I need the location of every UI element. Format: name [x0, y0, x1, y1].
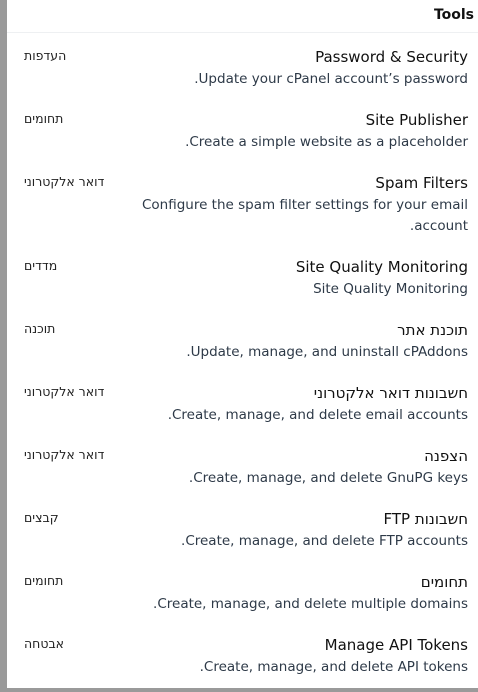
page-title: Tools: [433, 7, 474, 23]
tool-title: תוכנת אתר: [397, 321, 468, 339]
tool-item-encryption[interactable]: הצפנה Create, manage, and delete GnuPG ke…: [7, 432, 478, 495]
tool-category: דואר אלקטרוני: [24, 384, 105, 399]
tool-description: Create, manage, and delete FTP accounts.: [181, 533, 468, 549]
tool-item-site-quality-monitoring[interactable]: Site Quality Monitoring Site Quality Moni…: [7, 243, 478, 306]
tool-description: Create, manage, and delete multiple doma…: [153, 596, 468, 612]
tool-category: תחומים: [24, 573, 64, 588]
tool-category: קבצים: [24, 510, 59, 525]
tool-description: Create, manage, and delete API tokens.: [199, 659, 468, 675]
tool-item-ftp-accounts[interactable]: חשבונות FTP Create, manage, and delete FT…: [7, 495, 478, 558]
tool-title: הצפנה: [424, 447, 468, 465]
tool-title: Manage API Tokens: [324, 636, 468, 654]
tool-item-domains[interactable]: תחומים Create, manage, and delete multipl…: [7, 558, 478, 621]
tools-list: Password & Security Update your cPanel ac…: [7, 33, 478, 684]
tool-category: העדפות: [24, 48, 67, 63]
tool-title: Password & Security: [315, 48, 468, 66]
tool-description: Configure the spam filter settings for y…: [141, 197, 468, 234]
tool-item-site-publisher[interactable]: Site Publisher Create a simple website as…: [7, 96, 478, 159]
tool-title: Site Publisher: [365, 111, 468, 129]
tool-item-spam-filters[interactable]: Spam Filters Configure the spam filter se…: [7, 159, 478, 243]
tool-item-manage-api-tokens[interactable]: Manage API Tokens Create, manage, and del…: [7, 621, 478, 684]
tools-panel: Tools Password & Security Update your cPa…: [7, 0, 478, 688]
tool-title: Site Quality Monitoring: [295, 258, 468, 276]
tool-description: Update your cPanel account’s password.: [194, 71, 468, 87]
tool-description: Create, manage, and delete GnuPG keys.: [188, 470, 468, 486]
tool-item-password-security[interactable]: Password & Security Update your cPanel ac…: [7, 33, 478, 96]
tool-title: חשבונות דואר אלקטרוני: [313, 384, 468, 402]
tool-title: תחומים: [420, 573, 468, 591]
tool-description: Site Quality Monitoring: [313, 281, 468, 297]
tool-category: תחומים: [24, 111, 64, 126]
tool-category: דואר אלקטרוני: [24, 174, 105, 189]
tool-category: מדדים: [24, 258, 58, 273]
tool-description: Create a simple website as a placeholder…: [185, 134, 468, 150]
tools-header: Tools: [7, 0, 478, 33]
tool-title: חשבונות FTP: [383, 510, 468, 528]
tool-title: Spam Filters: [375, 174, 468, 192]
tool-description: Create, manage, and delete email account…: [167, 407, 468, 423]
tool-item-email-accounts[interactable]: חשבונות דואר אלקטרוני Create, manage, and…: [7, 369, 478, 432]
tool-item-site-software[interactable]: תוכנת אתר Update, manage, and uninstall c…: [7, 306, 478, 369]
tool-description: Update, manage, and uninstall cPAddons.: [186, 344, 468, 360]
tool-category: תוכנה: [24, 321, 56, 336]
tool-category: דואר אלקטרוני: [24, 447, 105, 462]
tool-category: אבטחה: [24, 636, 65, 651]
